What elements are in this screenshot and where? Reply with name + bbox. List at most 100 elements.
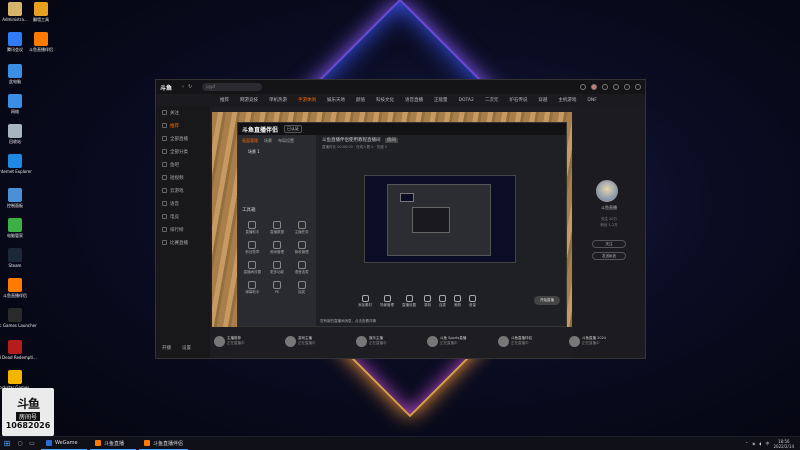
taskbar-app[interactable]: 斗鱼直播 <box>90 438 136 450</box>
sidebar-item[interactable]: 鱼吧 <box>156 158 210 171</box>
tool-item[interactable]: 直播助手 <box>240 221 265 235</box>
taskbar-app[interactable]: 斗鱼直播伴侣 <box>139 438 189 450</box>
control-button[interactable]: 场景管理 <box>380 295 394 308</box>
clock[interactable]: 18:56 2022/2/14 <box>773 439 794 449</box>
control-button[interactable]: 添加素材 <box>358 295 372 308</box>
tool-item[interactable]: 房间管理 <box>265 241 290 255</box>
nav-item[interactable]: 网游竞技 <box>240 97 258 103</box>
control-button[interactable]: 音量 <box>469 295 476 308</box>
tool-item[interactable]: 直播间设置 <box>240 261 265 275</box>
sidebar-item[interactable]: 语音 <box>156 197 210 210</box>
desktop-icon[interactable]: 回收站 <box>2 124 28 154</box>
anchor-card[interactable]: 游戏主播 正在直播中 <box>285 329 352 353</box>
close-icon[interactable] <box>635 84 641 90</box>
back-icon[interactable]: ‹ <box>182 84 184 90</box>
message-icon[interactable] <box>602 84 608 90</box>
sidebar-item[interactable]: 全部直播 <box>156 132 210 145</box>
message-button[interactable]: 发送私信 <box>592 252 626 260</box>
nav-item[interactable]: 科技文化 <box>376 97 394 103</box>
control-button[interactable]: 录制 <box>424 295 431 308</box>
network-icon[interactable]: ◈ <box>752 441 755 446</box>
anchor-card[interactable]: 斗鱼 Sports直播 正在直播中 <box>427 329 494 353</box>
taskbar-app[interactable]: WeGame <box>41 438 87 450</box>
nav-item[interactable]: 穿越 <box>538 97 547 103</box>
desktop-icon[interactable]: 网络 <box>2 94 28 124</box>
sidebar-item[interactable]: 推荐 <box>156 119 210 132</box>
settings-icon[interactable] <box>613 84 619 90</box>
desktop-icon[interactable]: Administra... <box>2 2 28 32</box>
nav-item[interactable]: 推荐 <box>220 97 229 103</box>
sidebar-item[interactable]: 关注 <box>156 106 210 119</box>
volume-icon[interactable]: ◖ <box>759 441 761 446</box>
inner-tab[interactable]: 布局设置 <box>278 138 294 144</box>
tool-item[interactable]: 语音连麦 <box>289 261 314 275</box>
anchor-card[interactable]: 主播推荐 正在直播中 <box>214 329 281 353</box>
search-input[interactable]: pypf <box>202 83 263 91</box>
desktop-icon[interactable]: Internet Explorer <box>0 154 32 184</box>
history-icon[interactable] <box>580 84 586 90</box>
windows-start-icon[interactable]: ⊞ <box>0 437 14 450</box>
tool-item[interactable]: 更多功能 <box>265 261 290 275</box>
input-method[interactable]: 中 <box>765 441 769 447</box>
refresh-icon[interactable]: ↻ <box>188 84 192 90</box>
nav-item[interactable]: 手游休闲 <box>298 97 316 103</box>
nav-item[interactable]: 颜值 <box>356 97 365 103</box>
desktop-icon[interactable]: 腾讯会议 <box>2 32 28 62</box>
desktop-icon[interactable]: Red Dead Redempti... <box>0 340 37 370</box>
avatar-icon[interactable] <box>591 84 597 90</box>
sidebar-item[interactable]: 排行榜 <box>156 223 210 236</box>
scene-item[interactable]: 场景 1 <box>238 147 316 157</box>
stream-player[interactable]: 斗鱼直播伴侣 已认证 画面管理 场景 布局设置 场景 1 工具箱 直播助手 直播数据 主… <box>212 112 572 327</box>
anchor-card[interactable]: 娱乐主播 正在直播中 <box>356 329 423 353</box>
tool-item[interactable]: 粉丝勋章 <box>240 241 265 255</box>
nav-item[interactable]: 单机热游 <box>269 97 287 103</box>
desktop-icon[interactable]: Steam <box>2 248 28 278</box>
sidebar-footer-item[interactable]: 开播 <box>162 345 171 351</box>
start-live-button[interactable]: 开始直播 <box>534 296 560 305</box>
tool-item[interactable]: PK <box>265 281 290 295</box>
control-button[interactable]: 直播设置 <box>402 295 416 308</box>
nav-item[interactable]: 二次元 <box>485 97 499 103</box>
sidebar-item[interactable]: 云游戏 <box>156 184 210 197</box>
nav-item[interactable]: 炉石传说 <box>509 97 527 103</box>
tool-item[interactable]: 主播任务 <box>289 221 314 235</box>
nav-item[interactable]: 主机游戏 <box>558 97 576 103</box>
sidebar-item[interactable]: 比赛直播 <box>156 236 210 249</box>
chevron-up-icon[interactable]: ⌃ <box>745 441 748 446</box>
anchor-card[interactable]: 斗鱼直播伴侣 正在直播中 <box>498 329 565 353</box>
tool-item[interactable]: 抽奖 <box>289 281 314 295</box>
anchor-card-status: 正在直播中 <box>440 341 458 345</box>
inner-tab[interactable]: 画面管理 <box>242 138 258 144</box>
anchor-avatar[interactable] <box>596 180 618 202</box>
control-button[interactable]: 美颜 <box>454 295 461 308</box>
sidebar-footer-item[interactable]: 设置 <box>182 345 191 351</box>
nav-item[interactable]: 正能量 <box>434 97 448 103</box>
minimize-icon[interactable] <box>624 84 630 90</box>
follow-button[interactable]: 关注 <box>592 240 626 248</box>
tool-item[interactable]: 营收管理 <box>289 241 314 255</box>
preview-canvas[interactable] <box>364 175 516 263</box>
sidebar-item[interactable]: 电竞 <box>156 210 210 223</box>
nav-item[interactable]: 语音直播 <box>405 97 423 103</box>
control-button[interactable]: 连麦 <box>439 295 446 308</box>
anchor-card[interactable]: 斗鱼直播 2024 正在直播中 <box>569 329 636 353</box>
desktop-icon[interactable]: 斗鱼直播伴侣 <box>2 278 28 308</box>
inner-tab[interactable]: 场景 <box>264 138 272 144</box>
tool-item[interactable]: 直播数据 <box>265 221 290 235</box>
nav-item[interactable]: 娱乐天地 <box>327 97 345 103</box>
search-icon[interactable]: ○ <box>14 440 26 447</box>
desktop-icon[interactable]: 翻墙工具 <box>28 2 54 32</box>
desktop-icon[interactable]: 斗鱼直播伴侣 <box>28 32 54 62</box>
sidebar-item[interactable]: 全部分类 <box>156 145 210 158</box>
sidebar-item[interactable]: 短视频 <box>156 171 210 184</box>
tool-item[interactable]: 弹幕助手 <box>240 281 265 295</box>
task-view-icon[interactable]: ▭ <box>26 440 38 447</box>
sidebar-item-label: 电竞 <box>170 214 179 220</box>
nav-item[interactable]: DOTA2 <box>459 98 474 103</box>
nav-item[interactable]: DNF <box>587 98 596 103</box>
notice-bar[interactable]: 您有新的直播间消息，点击查看详情 <box>320 319 376 324</box>
desktop-icon[interactable]: Epic Games Launcher <box>0 308 37 338</box>
desktop-icon[interactable]: 电脑管家 <box>2 218 28 248</box>
desktop-icon[interactable]: 此电脑 <box>2 64 28 94</box>
desktop-icon[interactable]: 控制面板 <box>2 188 28 218</box>
